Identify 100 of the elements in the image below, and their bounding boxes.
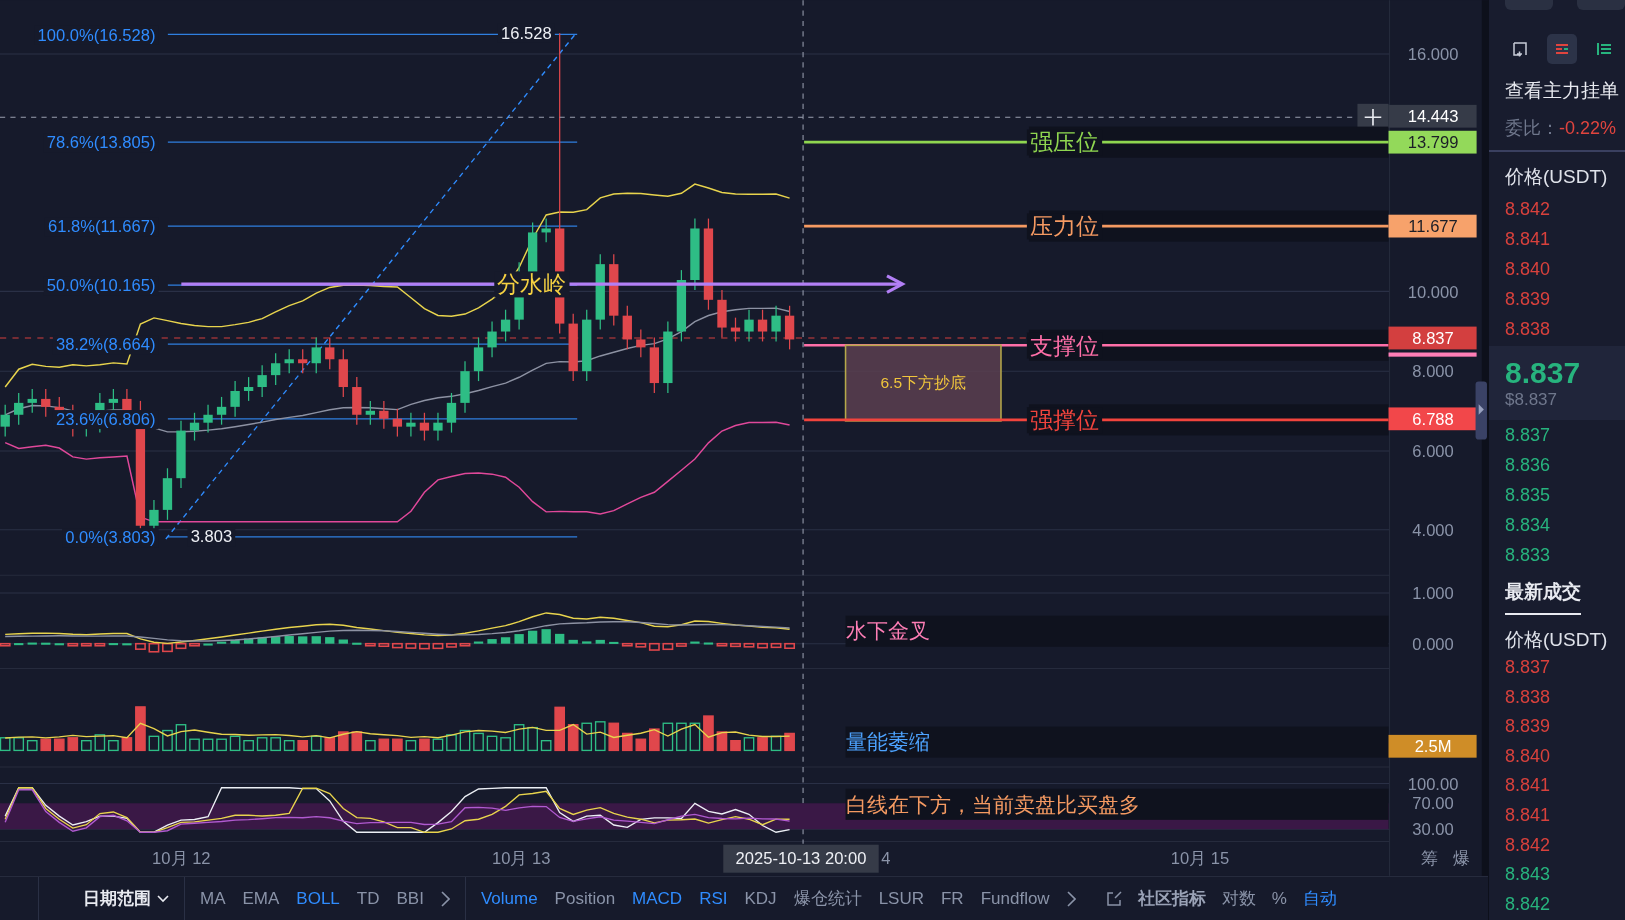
trade-price: 8.842 bbox=[1505, 892, 1552, 916]
candlestick bbox=[325, 336, 335, 370]
fib-level-label: 78.6%(13.805) bbox=[43, 133, 159, 153]
candlestick bbox=[392, 408, 403, 438]
chevron-right-icon[interactable] bbox=[1066, 890, 1076, 907]
trade-price: 8.839 bbox=[1505, 715, 1552, 739]
candlestick bbox=[271, 352, 281, 386]
candlestick bbox=[0, 404, 10, 438]
indicator-tab[interactable]: RSI bbox=[699, 888, 728, 909]
ratio-label: 委比： bbox=[1505, 118, 1559, 138]
level-label: 强撑位 bbox=[1026, 407, 1103, 434]
community-indicators-button[interactable]: 社区指标 bbox=[1137, 887, 1206, 910]
candlestick bbox=[500, 309, 511, 343]
note-label: 白线在下方，当前卖盘比买盘多 bbox=[845, 792, 1140, 816]
candlestick bbox=[757, 309, 768, 343]
candlestick bbox=[784, 305, 795, 350]
note-label: 水下金叉 bbox=[845, 619, 930, 643]
candlestick bbox=[636, 328, 646, 358]
level-label: 压力位 bbox=[1026, 213, 1103, 240]
trade-price: 8.843 bbox=[1505, 863, 1552, 887]
fib-level-label: 50.0%(10.165) bbox=[43, 276, 159, 296]
indicator-tab[interactable]: MA bbox=[200, 888, 226, 909]
candlestick bbox=[14, 392, 24, 426]
indicator-tab[interactable]: KDJ bbox=[744, 888, 777, 909]
level-label: 支撑位 bbox=[1026, 332, 1103, 359]
time-axis-label: 10月 12 bbox=[152, 849, 211, 869]
note-label: 量能萎缩 bbox=[845, 730, 930, 754]
bid-price: 8.835 bbox=[1505, 484, 1552, 507]
candlestick bbox=[27, 388, 37, 414]
candlestick bbox=[298, 348, 308, 374]
macd-axis-label: 1.000 bbox=[1412, 584, 1454, 604]
chevron-right-icon[interactable] bbox=[440, 890, 450, 907]
price-axis-label: 6.000 bbox=[1412, 442, 1454, 462]
collapse-handle[interactable] bbox=[1475, 381, 1487, 440]
fib-level-label: 0.0%(3.803) bbox=[62, 528, 159, 548]
trade-price: 8.841 bbox=[1505, 774, 1552, 798]
candlestick bbox=[771, 305, 781, 343]
candlestick bbox=[352, 376, 362, 426]
bid-price: 8.834 bbox=[1505, 514, 1552, 537]
add-frame-icon bbox=[1511, 40, 1529, 58]
indicator-tab[interactable]: Fundflow bbox=[980, 888, 1050, 909]
price-axis-label: 8.000 bbox=[1412, 362, 1454, 382]
date-range-dropdown[interactable]: 日期范围 bbox=[83, 887, 169, 910]
axis-toggle-button[interactable]: 爆 bbox=[1452, 849, 1470, 869]
time-axis-label: 4 bbox=[881, 849, 891, 869]
column-header: 价格(USDT) bbox=[1505, 628, 1609, 652]
indicator-tab[interactable]: BBI bbox=[396, 888, 424, 909]
indicator-tab[interactable]: 对数 bbox=[1221, 887, 1256, 910]
ask-price: 8.840 bbox=[1505, 258, 1552, 281]
trade-price: 8.842 bbox=[1505, 833, 1552, 857]
candlestick bbox=[379, 400, 389, 430]
indicator-tab[interactable]: 自动 bbox=[1302, 887, 1337, 910]
indicator-tab[interactable]: Volume bbox=[480, 888, 538, 909]
indicator-tab[interactable]: LSUR bbox=[878, 888, 924, 909]
candlestick bbox=[406, 412, 416, 438]
candlestick bbox=[338, 348, 348, 398]
candlestick bbox=[243, 376, 254, 402]
candlestick bbox=[189, 412, 200, 442]
candlestick bbox=[487, 321, 497, 358]
column-header: 价格(USDT) bbox=[1505, 165, 1609, 189]
indicator-tab[interactable]: 爆仓统计 bbox=[793, 887, 862, 910]
trade-price: 8.837 bbox=[1505, 656, 1552, 679]
list-icon bbox=[1595, 40, 1613, 58]
trades-tab[interactable]: 最新成交 bbox=[1505, 578, 1581, 615]
trade-price: 8.841 bbox=[1505, 803, 1552, 827]
candlestick bbox=[717, 289, 727, 339]
candlestick bbox=[311, 336, 321, 374]
candlestick bbox=[284, 348, 294, 374]
candlestick bbox=[257, 364, 267, 398]
price-axis-label: 10.000 bbox=[1407, 282, 1459, 302]
axis-toggle-button[interactable]: 筹 bbox=[1421, 849, 1439, 869]
last-price-usd: $8.837 bbox=[1505, 390, 1558, 410]
indicator-tab[interactable]: Position bbox=[554, 888, 616, 909]
candlestick bbox=[446, 392, 457, 434]
edit-icon[interactable] bbox=[1105, 890, 1122, 907]
candlestick bbox=[730, 317, 741, 343]
indicator-tab[interactable]: EMA bbox=[242, 888, 280, 909]
zone-label: 6.5下方抄底 bbox=[880, 373, 967, 391]
time-axis-label: 10月 13 bbox=[492, 849, 551, 869]
candlestick bbox=[365, 400, 375, 426]
indicator-tab[interactable]: TD bbox=[356, 888, 380, 909]
ask-price: 8.839 bbox=[1505, 288, 1552, 311]
ask-price: 8.842 bbox=[1505, 198, 1552, 221]
indicator-tab[interactable]: BOLL bbox=[296, 888, 340, 909]
price-axis-label: 16.000 bbox=[1407, 45, 1459, 65]
candlestick bbox=[203, 404, 213, 434]
indicator-tab[interactable]: MACD bbox=[632, 888, 683, 909]
candlestick bbox=[541, 217, 551, 243]
rsi-axis-label: 30.00 bbox=[1412, 820, 1454, 840]
candlestick bbox=[419, 412, 430, 442]
view-mode-button[interactable] bbox=[1547, 34, 1577, 64]
trade-price: 8.838 bbox=[1505, 685, 1552, 709]
candlestick bbox=[41, 388, 51, 418]
candlestick bbox=[230, 380, 240, 418]
time-axis-label: 10月 15 bbox=[1170, 849, 1230, 869]
candlestick bbox=[176, 420, 186, 489]
indicator-tab[interactable]: FR bbox=[941, 888, 964, 909]
candlestick bbox=[433, 412, 443, 442]
indicator-tab[interactable]: % bbox=[1271, 888, 1287, 909]
candlestick bbox=[568, 313, 578, 382]
